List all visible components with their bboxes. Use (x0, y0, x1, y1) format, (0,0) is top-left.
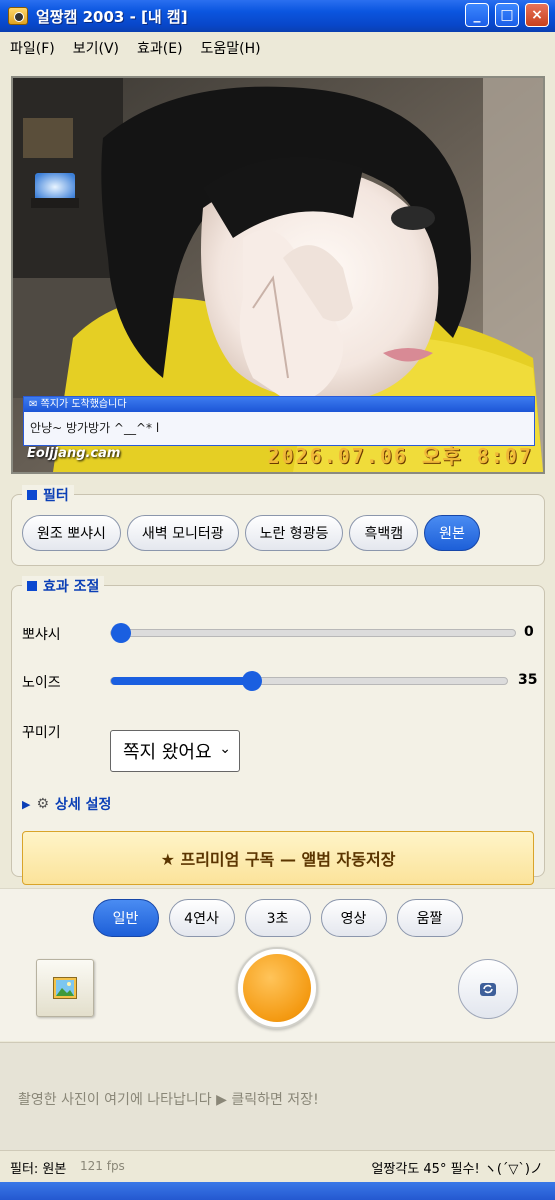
message-popup-title: ✉ 쪽지가 도착했습니다 (24, 397, 534, 412)
noise-label: 노이즈 (22, 675, 61, 691)
noise-slider[interactable] (110, 671, 508, 691)
filter-group: 필터 원조 뽀샤시 새벽 모니터광 노란 형광등 흑백캠 원본 (11, 485, 545, 566)
noise-slider-thumb[interactable] (242, 671, 262, 691)
taskbar (0, 1182, 555, 1200)
window-title: 얼짱캠 2003 - [내 캠] (36, 7, 188, 26)
shutter-button[interactable] (236, 947, 318, 1029)
mode-normal[interactable]: 일반 (92, 899, 159, 937)
message-popup-body: 안냥~ 방가방가 ^__^* l (30, 421, 160, 435)
camera-app-icon (8, 7, 28, 25)
picture-icon (53, 977, 77, 999)
menu-file[interactable]: 파일(F) (0, 38, 64, 58)
close-button[interactable]: × (525, 3, 549, 27)
decorate-value: 쪽지 왔어요 (123, 742, 212, 763)
gear-icon: ⚙ (36, 796, 50, 812)
filter-none[interactable]: 원본 (424, 515, 480, 551)
gallery-button[interactable] (36, 959, 94, 1017)
watermark: Eoljjang.cam (27, 446, 121, 461)
maximize-button[interactable]: □ (495, 3, 519, 27)
decorate-select[interactable]: 쪽지 왔어요 ⌄ (110, 730, 240, 772)
mode-timer[interactable]: 3초 (244, 899, 311, 937)
menu-view[interactable]: 보기(V) (64, 38, 128, 58)
glow-value: 0 (524, 624, 534, 640)
glow-label: 뽀샤시 (22, 627, 61, 643)
capture-controls: 일반 4연사 3초 영상 움짤 (0, 888, 555, 1041)
expand-triangle-icon: ▶ (22, 797, 31, 811)
filter-black-white[interactable]: 흑백캠 (349, 515, 419, 551)
camera-switch-icon (480, 983, 496, 996)
mode-burst[interactable]: 4연사 (168, 899, 235, 937)
camera-preview: ✉ 쪽지가 도착했습니다 안냥~ 방가방가 ^__^* l Eoljjang.c… (11, 76, 545, 474)
message-popup[interactable]: ✉ 쪽지가 도착했습니다 안냥~ 방가방가 ^__^* l (23, 396, 535, 446)
status-fps: 121 fps (80, 1159, 125, 1173)
menu-bar: 파일(F) 보기(V) 효과(E) 도움말(H) (0, 34, 555, 62)
noise-value: 35 (518, 672, 538, 688)
mode-gif[interactable]: 움짤 (396, 899, 463, 937)
glow-slider[interactable] (110, 623, 516, 643)
status-tip: 얼짱각도 45° 필수! ヽ(´▽`)ノ (371, 1162, 543, 1177)
filter-yellow-fluorescent[interactable]: 노란 형광등 (244, 515, 344, 551)
chevron-down-icon: ⌄ (219, 741, 231, 757)
effects-group: 효과 조절 뽀샤시 0 노이즈 35 꾸미기 쪽지 왔어요 ⌄ ▶ ⚙ 상세 설… (11, 576, 545, 885)
photo-strip[interactable]: 촬영한 사진이 여기에 나타납니다 ▶ 클릭하면 저장! (0, 1042, 555, 1151)
effects-legend: 효과 조절 (22, 576, 105, 596)
advanced-settings-toggle[interactable]: ▶ ⚙ 상세 설정 (22, 794, 111, 814)
title-bar: 얼짱캠 2003 - [내 캠] _ □ × (0, 0, 555, 32)
menu-help[interactable]: 도움말(H) (192, 38, 270, 58)
timestamp: 2026.07.06 오후 8:07 (267, 444, 533, 468)
photo-strip-placeholder: 촬영한 사진이 여기에 나타납니다 ▶ 클릭하면 저장! (18, 1092, 319, 1108)
status-bar: 필터: 원본 121 fps 얼짱각도 45° 필수! ヽ(´▽`)ノ (0, 1150, 555, 1183)
mode-video[interactable]: 영상 (320, 899, 387, 937)
premium-subscribe-button[interactable]: ★ 프리미엄 구독 — 앨범 자동저장 (22, 831, 534, 885)
filter-original-glow[interactable]: 원조 뽀샤시 (22, 515, 121, 551)
switch-camera-button[interactable] (458, 959, 518, 1019)
glow-slider-thumb[interactable] (111, 623, 131, 643)
advanced-settings-label: 상세 설정 (55, 797, 112, 813)
decorate-label: 꾸미기 (22, 725, 61, 741)
filter-dawn-monitor[interactable]: 새벽 모니터광 (126, 515, 239, 551)
filter-legend: 필터 (22, 485, 74, 505)
minimize-button[interactable]: _ (465, 3, 489, 27)
menu-effects[interactable]: 효과(E) (128, 38, 192, 58)
status-filter: 필터: 원본 (10, 1162, 67, 1177)
